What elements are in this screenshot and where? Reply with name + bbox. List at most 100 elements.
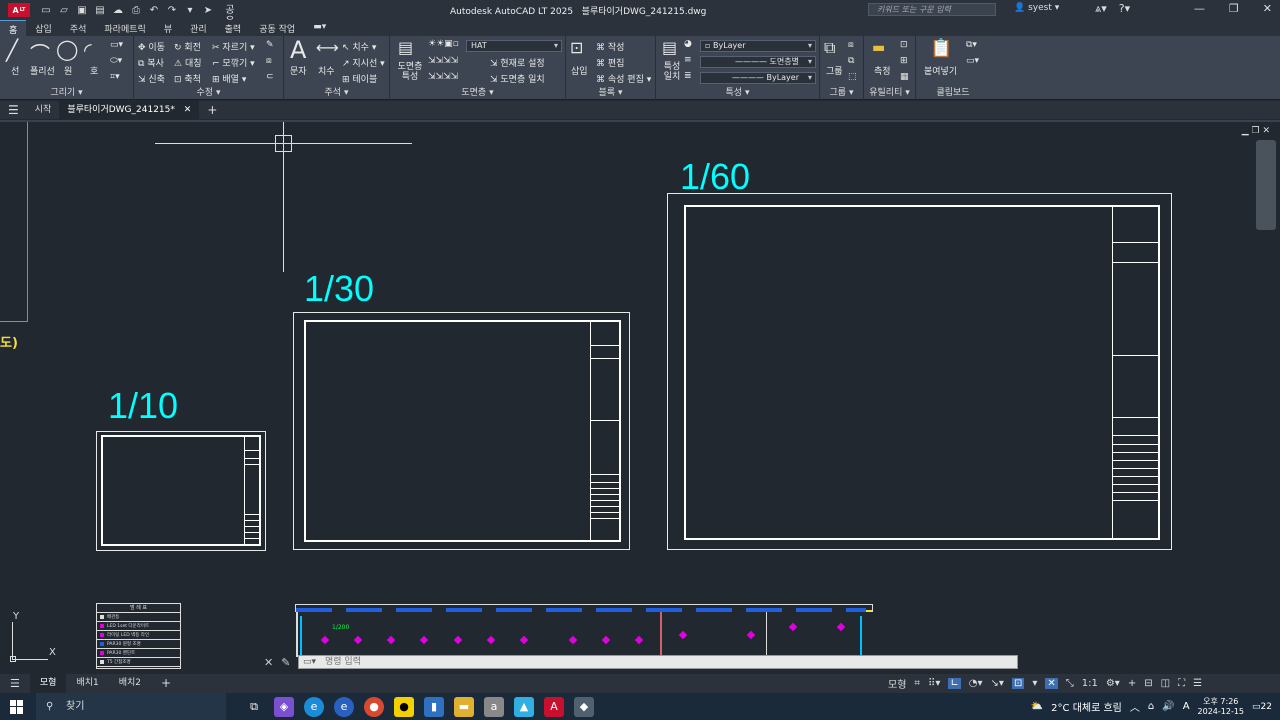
panel-utilities-title[interactable]: 유틸리티 ▾ bbox=[864, 85, 915, 98]
paste-button[interactable]: 붙여넣기 bbox=[924, 64, 957, 77]
paste-icon[interactable]: 📋 bbox=[930, 38, 952, 59]
edit-attributes-button[interactable]: ⌘ 속성 편집 ▾ bbox=[596, 72, 651, 85]
measure-icon[interactable]: ▬ bbox=[872, 40, 885, 56]
panel-properties-title[interactable]: 특성 ▾ bbox=[656, 85, 819, 98]
amazon-icon[interactable]: a bbox=[484, 696, 504, 717]
color-dropdown[interactable]: ▫ ByLayer bbox=[700, 40, 816, 52]
plus-icon[interactable]: + bbox=[1128, 678, 1136, 689]
legend-table[interactable]: 범 례 표 배관등 LED 1set 다운라이트 라이팅 LED 벽등 라인 PAR3… bbox=[96, 603, 181, 669]
new-tab-icon[interactable]: + bbox=[199, 101, 225, 119]
annotation-scale-value[interactable]: 1:1 bbox=[1082, 678, 1098, 689]
autocad-logo-icon[interactable]: A LT bbox=[8, 3, 30, 17]
undo-icon[interactable]: ↶ bbox=[148, 5, 160, 16]
hatch-icon[interactable]: ⬭▾ bbox=[110, 56, 122, 66]
file-explorer-icon[interactable]: ▬ bbox=[454, 696, 474, 717]
measure-button[interactable]: 측정 bbox=[874, 64, 891, 77]
copy-button[interactable]: ⧉ 복사 bbox=[138, 56, 164, 69]
menu-icon[interactable]: ☰ bbox=[0, 101, 27, 119]
match-properties-button[interactable]: 특성 일치 bbox=[662, 62, 682, 82]
panel-modify-title[interactable]: 수정 ▾ bbox=[134, 85, 283, 98]
color-wheel-icon[interactable]: ◕ bbox=[684, 39, 692, 49]
command-close-icon[interactable]: ✕ bbox=[264, 656, 273, 669]
annotation-scale-icon[interactable]: ⤡ bbox=[1066, 678, 1074, 689]
group-edit-icon[interactable]: ⧉ bbox=[848, 56, 854, 66]
grid-icon[interactable]: ⌗ bbox=[914, 678, 920, 689]
save-as-icon[interactable]: ▤ bbox=[94, 5, 106, 16]
tab-layout1[interactable]: 배치1 bbox=[66, 674, 108, 693]
share-button[interactable]: 공유 bbox=[224, 5, 236, 27]
leader-button[interactable]: ↗ 지시선 ▾ bbox=[342, 56, 385, 69]
table-button[interactable]: ⊞ 테이블 bbox=[342, 72, 377, 85]
layout-menu-icon[interactable]: ☰ bbox=[0, 674, 30, 693]
layer-properties-button[interactable]: 도면층 특성 bbox=[394, 62, 426, 82]
weather-icon[interactable]: ⛅ bbox=[1031, 701, 1043, 712]
select-all-icon[interactable]: ⊞ bbox=[900, 56, 908, 66]
word-icon[interactable]: ▮ bbox=[424, 696, 444, 717]
dimension-icon[interactable]: ⟷ bbox=[316, 38, 339, 57]
array-button[interactable]: ⊞ 배열 ▾ bbox=[212, 72, 246, 85]
viewport-close-icon[interactable]: ✕ bbox=[1262, 126, 1270, 136]
weather-text[interactable]: 2°C 대체로 흐림 bbox=[1051, 699, 1122, 714]
panel-block-title[interactable]: 블록 ▾ bbox=[566, 85, 655, 98]
save-icon[interactable]: ▣ bbox=[76, 5, 88, 16]
rectangle-icon[interactable]: ▭▾ bbox=[110, 40, 123, 50]
erase-icon[interactable]: ✎ bbox=[266, 40, 274, 50]
restore-icon[interactable]: ❐ bbox=[1229, 2, 1239, 15]
quick-select-icon[interactable]: ⊡ bbox=[900, 40, 908, 50]
rotate-button[interactable]: ↻ 회전 bbox=[174, 40, 201, 53]
clock[interactable]: 오후 7:26 2024-12-15 bbox=[1198, 697, 1245, 717]
copy-clip-icon[interactable]: ⧉▾ bbox=[966, 40, 977, 50]
copilot-icon[interactable]: ◈ bbox=[274, 696, 294, 717]
cut-icon[interactable]: ▭▾ bbox=[966, 56, 979, 66]
internet-explorer-icon[interactable]: e bbox=[334, 696, 354, 717]
text-icon[interactable]: A bbox=[290, 36, 306, 64]
tab-model[interactable]: 모형 bbox=[29, 674, 67, 693]
ungroup-icon[interactable]: ⧈ bbox=[848, 40, 854, 50]
lineweight-icon[interactable]: ≣ bbox=[684, 71, 692, 81]
snap-icon[interactable]: ⠿▾ bbox=[928, 678, 940, 689]
units-icon[interactable]: ⊟ bbox=[1144, 678, 1152, 689]
command-customize-icon[interactable]: ✎ bbox=[281, 656, 290, 669]
tab-annotate[interactable]: 주석 bbox=[61, 20, 96, 36]
match-properties-icon[interactable]: ▤ bbox=[662, 38, 677, 57]
active-file-tab[interactable]: 블루타이거DWG_241215* ✕ bbox=[59, 101, 200, 119]
ortho-icon[interactable]: ∟ bbox=[948, 678, 961, 689]
minimize-icon[interactable]: — bbox=[1194, 2, 1205, 15]
tab-view[interactable]: 뷰 bbox=[155, 20, 181, 36]
linetype-dropdown[interactable]: ———— 도면층별 bbox=[700, 56, 816, 68]
viewport-minimize-icon[interactable]: ▁ bbox=[1242, 126, 1249, 136]
circle-button[interactable]: 원 bbox=[64, 64, 72, 77]
network-icon[interactable]: ⌂ bbox=[1148, 701, 1154, 712]
keyword-search-input[interactable]: 키워드 또는 구문 입력 bbox=[868, 3, 996, 16]
edge-icon[interactable]: e bbox=[304, 696, 324, 717]
close-icon[interactable]: ✕ bbox=[1263, 2, 1272, 15]
panel-annotation-title[interactable]: 주석 ▾ bbox=[284, 85, 389, 98]
group-select-icon[interactable]: ⬚ bbox=[848, 72, 857, 82]
move-button[interactable]: ✥ 이동 bbox=[138, 40, 165, 53]
chrome-icon[interactable]: ● bbox=[364, 696, 384, 717]
volume-icon[interactable]: 🔊 bbox=[1162, 701, 1174, 712]
redo-icon[interactable]: ↷ bbox=[166, 5, 178, 16]
fullscreen-icon[interactable]: ⛶ bbox=[1178, 678, 1185, 689]
tray-overflow-icon[interactable]: ︿ bbox=[1130, 699, 1140, 714]
polyline-button[interactable]: 폴리선 bbox=[30, 64, 55, 77]
command-input[interactable]: ▭▾ 명령 입력 bbox=[298, 655, 1018, 669]
print-icon[interactable]: ⎙ bbox=[130, 5, 142, 16]
group-icon[interactable]: ⧉ bbox=[824, 38, 835, 58]
windows-start-icon[interactable] bbox=[10, 699, 24, 714]
open-file-icon[interactable]: ▱ bbox=[58, 5, 70, 16]
offset-icon[interactable]: ⊂ bbox=[266, 72, 274, 82]
kakaotalk-icon[interactable]: ● bbox=[394, 696, 414, 717]
text-button[interactable]: 문자 bbox=[290, 64, 307, 77]
panel-groups-title[interactable]: 그룹 ▾ bbox=[820, 85, 863, 98]
create-block-button[interactable]: ⌘ 작성 bbox=[596, 40, 624, 53]
layer-dropdown[interactable]: HAT bbox=[466, 40, 562, 52]
model-space-button[interactable]: 모형 bbox=[888, 676, 906, 691]
ellipse-icon[interactable]: ⌗▾ bbox=[110, 72, 120, 82]
help-icon[interactable]: ?▾ bbox=[1119, 2, 1130, 16]
cloud-icon[interactable]: ☁ bbox=[112, 5, 124, 16]
isodraft-icon[interactable]: ↘▾ bbox=[991, 678, 1004, 689]
viewport-restore-icon[interactable]: ❐ bbox=[1252, 126, 1260, 136]
layer-properties-icon[interactable]: ▤ bbox=[398, 38, 413, 57]
customize-status-icon[interactable]: ☰ bbox=[1193, 678, 1202, 689]
